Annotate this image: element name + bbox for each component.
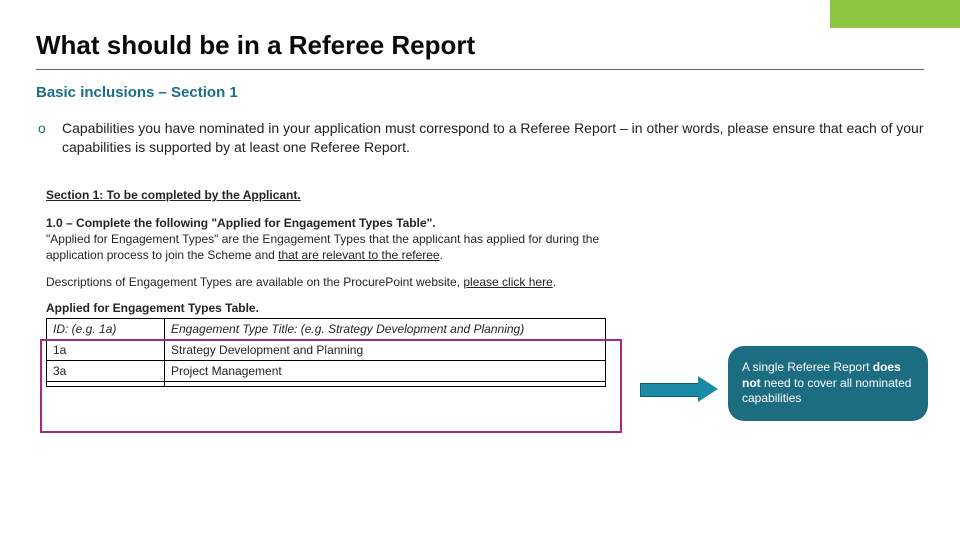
embedded-link[interactable]: please click here [463, 275, 552, 289]
cell-id: 1a [47, 340, 165, 361]
embedded-heading: Section 1: To be completed by the Applic… [46, 187, 636, 203]
table-header-title: Engagement Type Title: (e.g. Strategy De… [165, 318, 606, 339]
embedded-para-2: Descriptions of Engagement Types are ava… [46, 274, 636, 290]
callout-text-post: need to cover all nominated capabilities [742, 376, 911, 406]
corner-accent [830, 0, 960, 28]
slide-content: What should be in a Referee Report Basic… [0, 0, 960, 387]
embedded-text-2c: . [440, 248, 443, 262]
cell-title: Project Management [165, 361, 606, 382]
bullet-marker: o [36, 119, 52, 138]
bullet-item: o Capabilities you have nominated in you… [36, 119, 924, 157]
embedded-para-1: 1.0 – Complete the following "Applied fo… [46, 215, 636, 264]
table-row: 3a Project Management [47, 361, 606, 382]
table-row [47, 382, 606, 387]
embedded-underline-2b: that are relevant to the referee [278, 248, 439, 262]
table-row: 1a Strategy Development and Planning [47, 340, 606, 361]
section-subtitle: Basic inclusions – Section 1 [36, 84, 924, 101]
embedded-text-3a: Descriptions of Engagement Types are ava… [46, 275, 463, 289]
page-title: What should be in a Referee Report [36, 30, 924, 61]
cell-id: 3a [47, 361, 165, 382]
arrow-icon [640, 378, 720, 400]
embedded-text-3c: . [553, 275, 556, 289]
embedded-document: Section 1: To be completed by the Applic… [46, 187, 636, 388]
callout-bubble: A single Referee Report does not need to… [728, 346, 928, 421]
cell-title [165, 382, 606, 387]
cell-id [47, 382, 165, 387]
engagement-types-table: ID: (e.g. 1a) Engagement Type Title: (e.… [46, 318, 606, 388]
table-header-id: ID: (e.g. 1a) [47, 318, 165, 339]
table-header-row: ID: (e.g. 1a) Engagement Type Title: (e.… [47, 318, 606, 339]
embedded-strong-1: 1.0 – Complete the following "Applied fo… [46, 216, 436, 230]
callout-text-pre: A single Referee Report [742, 360, 873, 374]
cell-title: Strategy Development and Planning [165, 340, 606, 361]
title-divider [36, 69, 924, 70]
bullet-text: Capabilities you have nominated in your … [62, 119, 924, 157]
table-caption: Applied for Engagement Types Table. [46, 300, 636, 316]
